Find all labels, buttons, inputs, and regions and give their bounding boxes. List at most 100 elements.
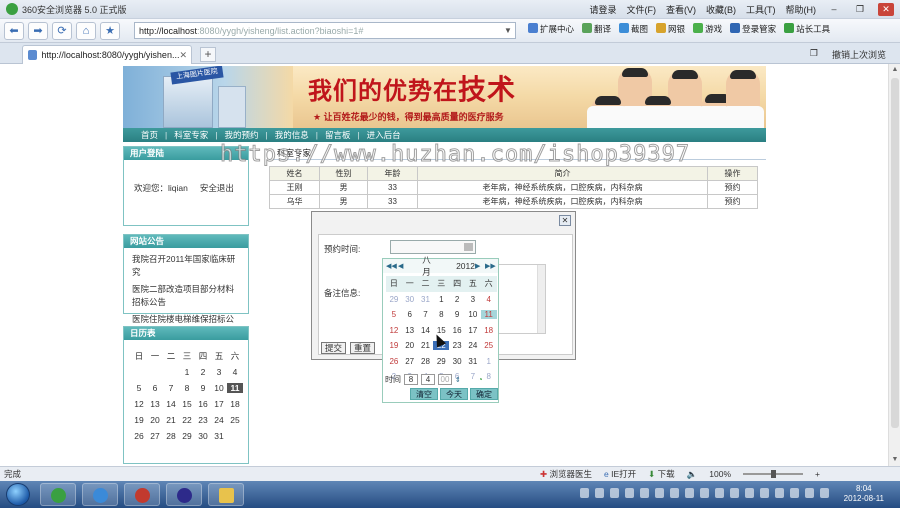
forward-button[interactable]: ➡ [28,21,48,40]
picker-day[interactable]: 3 [465,295,481,304]
menu-view[interactable]: 查看(V) [666,3,696,16]
back-button[interactable]: ⬅ [4,21,24,40]
menu-admin[interactable]: 进入后台 [367,129,401,141]
notice-item[interactable]: 医院二部改造项目部分材料招标公告 [124,281,248,311]
picker-day[interactable]: 11 [480,310,497,320]
scroll-up-icon[interactable]: ▲ [889,64,900,76]
minimize-icon[interactable]: – [826,3,842,16]
picker-day[interactable]: 21 [418,341,434,350]
menu-file[interactable]: 文件(F) [627,3,657,16]
home-button[interactable]: ⌂ [76,21,96,40]
picker-day[interactable]: 16 [449,326,465,335]
picker-day[interactable]: 6 [402,310,418,319]
picker-day[interactable]: 18 [481,326,497,335]
picker-day[interactable]: 9 [449,310,465,319]
system-clock[interactable]: 8:04 2012-08-11 [844,484,884,504]
picker-day[interactable]: 29 [433,357,449,366]
hour-field[interactable]: 8 [404,374,418,385]
next-year-icon[interactable]: ▶▶ [485,262,496,270]
minute-field[interactable]: 4 [421,374,435,385]
clear-button[interactable]: 清空 [410,388,438,400]
toolbar-bank[interactable]: 网银 [656,23,685,35]
taskbar-app[interactable] [124,483,160,506]
toolbar-webmaster[interactable]: 站长工具 [784,23,830,35]
menu-home[interactable]: 首页 [141,129,158,141]
confirm-button[interactable]: 确定 [470,388,498,400]
page-scrollbar[interactable]: ▲ ▼ [888,64,900,466]
picker-day[interactable]: 17 [465,326,481,335]
picker-day[interactable]: 10 [465,310,481,319]
toolbar-login-manager[interactable]: 登录管家 [730,23,776,35]
submit-button[interactable]: 提交 [321,342,347,354]
picker-day[interactable]: 24 [465,341,481,350]
menu-tools[interactable]: 工具(T) [746,3,776,16]
maximize-icon[interactable]: ❐ [852,3,868,16]
menu-favorites[interactable]: 收藏(B) [706,3,736,16]
menu-login[interactable]: 请登录 [589,3,616,16]
picker-day[interactable]: 29 [386,295,402,304]
picker-month[interactable]: 八月 [422,254,438,278]
appointment-time-input[interactable] [390,240,476,254]
scroll-thumb[interactable] [891,78,899,428]
favorite-star-button[interactable]: ★ [100,21,120,40]
picker-day[interactable]: 12 [386,326,402,335]
menu-my-info[interactable]: 我的信息 [275,129,309,141]
picker-day[interactable]: 28 [418,357,434,366]
notice-item[interactable]: 我院召开2011年国家临床研究 [124,248,248,281]
menu-message-board[interactable]: 留言板 [325,129,351,141]
picker-day[interactable]: 31 [465,357,481,366]
picker-day[interactable]: 1 [481,357,497,366]
toolbar-screenshot[interactable]: 截图 [619,23,648,35]
next-month-icon[interactable]: ▶ [475,262,485,270]
refresh-button[interactable]: ⟳ [52,21,72,40]
menu-my-appointments[interactable]: 我的预约 [224,129,258,141]
picker-day[interactable]: 30 [402,295,418,304]
picker-day[interactable]: 27 [402,357,418,366]
picker-day[interactable]: 19 [386,341,402,350]
prev-month-icon[interactable]: ◀ [398,262,407,270]
picker-day[interactable]: 26 [386,357,402,366]
menu-help[interactable]: 帮助(H) [786,3,817,16]
address-dropdown-icon[interactable]: ▼ [501,26,515,35]
picker-day[interactable]: 2 [449,295,465,304]
prev-year-icon[interactable]: ◀◀ [386,262,397,270]
zoom-level[interactable]: 100% [709,469,731,479]
download-button[interactable]: ⬇ 下载 [648,468,675,480]
calendar-icon[interactable] [464,243,473,251]
picker-day[interactable]: 4 [481,295,497,304]
second-field[interactable]: 00 [438,374,452,385]
close-window-icon[interactable]: ✕ [878,2,894,16]
picker-day[interactable]: 14 [418,326,434,335]
scroll-down-icon[interactable]: ▼ [889,454,900,466]
appoint-link[interactable]: 预约 [707,194,758,209]
menu-departments[interactable]: 科室专家 [174,129,208,141]
taskbar-ie[interactable] [82,483,118,506]
tab-close-icon[interactable]: ✕ [179,50,187,61]
ie-open-button[interactable]: e IE打开 [604,468,636,480]
picker-day[interactable]: 1 [433,295,449,304]
logout-link[interactable]: 安全退出 [200,183,234,193]
picker-year[interactable]: 2012 [456,261,475,271]
toolbar-translate[interactable]: 翻译 [582,23,611,35]
volume-icon[interactable]: 🔈 [687,469,698,480]
picker-day[interactable]: 25 [481,341,497,350]
tab-active[interactable]: http://localhost:8080/yygh/yishen... ✕ [22,45,192,64]
address-bar[interactable]: http://localhost:8080/yygh/yisheng/list.… [134,22,516,39]
taskbar-explorer[interactable] [208,483,244,506]
picker-day[interactable]: 20 [402,341,418,350]
picker-day[interactable]: 13 [402,326,418,335]
toolbar-games[interactable]: 游戏 [693,23,722,35]
start-button[interactable] [6,483,30,506]
zoom-in-icon[interactable]: + [815,469,820,479]
zoom-slider[interactable] [743,470,804,478]
picker-day[interactable]: 30 [449,357,465,366]
new-tab-button[interactable]: + [200,47,216,62]
tab-list-icon[interactable]: ❐ [810,48,818,61]
time-spinner-icon[interactable]: ⇕ [455,376,461,384]
picker-day[interactable]: 8 [481,372,497,381]
dialog-close-icon[interactable]: ✕ [559,215,571,226]
undo-close-button[interactable]: 撤销上次浏览 [832,48,886,61]
today-button[interactable]: 今天 [440,388,468,400]
picker-day[interactable]: 31 [418,295,434,304]
picker-day[interactable]: 7 [418,310,434,319]
